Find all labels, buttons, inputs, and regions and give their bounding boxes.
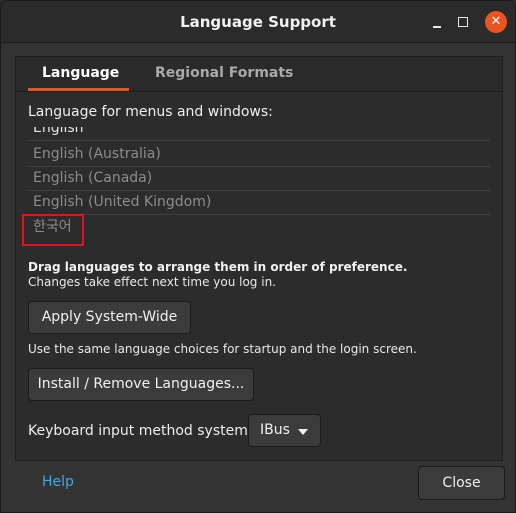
close-button[interactable]: Close [418, 466, 505, 500]
list-item[interactable]: 한국어 [28, 216, 490, 240]
title-bar[interactable]: Language Support ✕ [1, 1, 515, 43]
tab-bar: Language Regional Formats [16, 57, 502, 92]
help-link[interactable]: Help [42, 474, 74, 490]
list-item[interactable]: English (Australia) [28, 143, 490, 167]
close-icon[interactable]: ✕ [485, 11, 507, 33]
drag-hint: Drag languages to arrange them in order … [28, 260, 408, 274]
language-section-label: Language for menus and windows: [28, 104, 273, 120]
maximize-icon[interactable] [452, 11, 474, 33]
apply-system-wide-button[interactable]: Apply System-Wide [28, 301, 191, 334]
list-item[interactable]: English (United Kingdom) [28, 191, 490, 215]
keyboard-input-dropdown[interactable]: IBus [248, 414, 321, 447]
tab-notebook: Language Regional Formats Language for m… [15, 56, 503, 461]
change-hint: Changes take effect next time you log in… [28, 275, 276, 289]
language-support-window: Language Support ✕ Language Regional For… [0, 0, 516, 513]
tab-language[interactable]: Language [42, 65, 119, 81]
install-remove-languages-button[interactable]: Install / Remove Languages... [28, 368, 254, 401]
apply-note: Use the same language choices for startu… [28, 342, 417, 356]
keyboard-input-value: IBus [260, 422, 290, 438]
language-list[interactable]: English English (Australia) English (Can… [28, 127, 490, 255]
list-item[interactable]: English (Canada) [28, 167, 490, 191]
tab-regional-formats[interactable]: Regional Formats [155, 65, 293, 81]
highlight-box [22, 214, 84, 246]
chevron-down-icon [298, 429, 308, 435]
active-tab-indicator [28, 88, 129, 91]
list-item[interactable]: English [28, 127, 490, 141]
minimize-icon[interactable] [426, 11, 448, 33]
keyboard-input-label: Keyboard input method system: [28, 423, 253, 439]
